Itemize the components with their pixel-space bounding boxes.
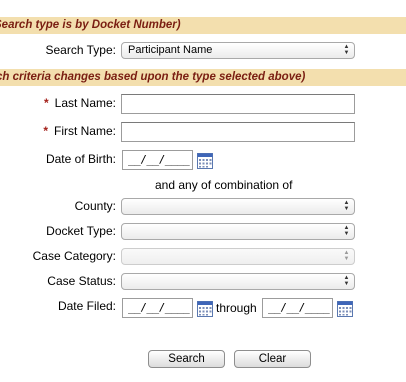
last-name-input[interactable] [121,94,355,114]
up-down-arrows-icon: ▲ ▼ [343,200,350,212]
last-name-label: * Last Name: [20,96,116,110]
search-type-select[interactable]: Participant Name ▲ ▼ [121,42,355,59]
search-button[interactable]: Search [148,350,225,368]
search-type-value: Participant Name [128,44,213,56]
combination-text: and any of combination of [155,178,293,192]
county-label: County: [74,199,116,213]
calendar-icon[interactable] [197,153,213,169]
up-down-arrows-icon: ▲ ▼ [343,275,350,287]
required-marker: * [43,124,48,138]
case-status-select[interactable]: ▲ ▼ [121,273,355,290]
calendar-icon[interactable] [197,301,213,317]
docket-type-label: Docket Type: [46,224,116,238]
search-type-note-banner: Search type is by Docket Number) [0,17,406,34]
first-name-input[interactable] [121,122,355,142]
clear-button[interactable]: Clear [234,350,311,368]
case-category-label: Case Category: [32,249,116,263]
date-filed-from-input[interactable]: __/__/____ [122,298,193,318]
date-filed-to-input[interactable]: __/__/____ [262,298,333,318]
first-name-label: * First Name: [20,124,116,138]
up-down-arrows-icon: ▲ ▼ [343,225,350,237]
county-select[interactable]: ▲ ▼ [121,198,355,215]
dob-input[interactable]: __/__/____ [122,150,193,170]
docket-type-select[interactable]: ▲ ▼ [121,223,355,240]
search-type-label: Search Type: [45,43,117,57]
date-filed-label: Date Filed: [57,299,116,313]
criteria-note-banner: ch criteria changes based upon the type … [0,69,406,86]
up-down-arrows-icon: ▲ ▼ [343,250,350,262]
calendar-icon[interactable] [337,301,353,317]
search-type-note: Search type is by Docket Number) [0,19,181,31]
criteria-note: ch criteria changes based upon the type … [0,71,306,83]
dob-label: Date of Birth: [45,152,116,166]
required-marker: * [43,96,49,110]
first-name-label-text: First Name: [53,124,116,138]
up-down-arrows-icon: ▲ ▼ [343,44,350,56]
through-label: through [216,301,257,315]
case-status-label: Case Status: [47,274,116,288]
last-name-label-text: Last Name: [54,96,116,110]
case-category-select[interactable]: ▲ ▼ [121,248,355,265]
